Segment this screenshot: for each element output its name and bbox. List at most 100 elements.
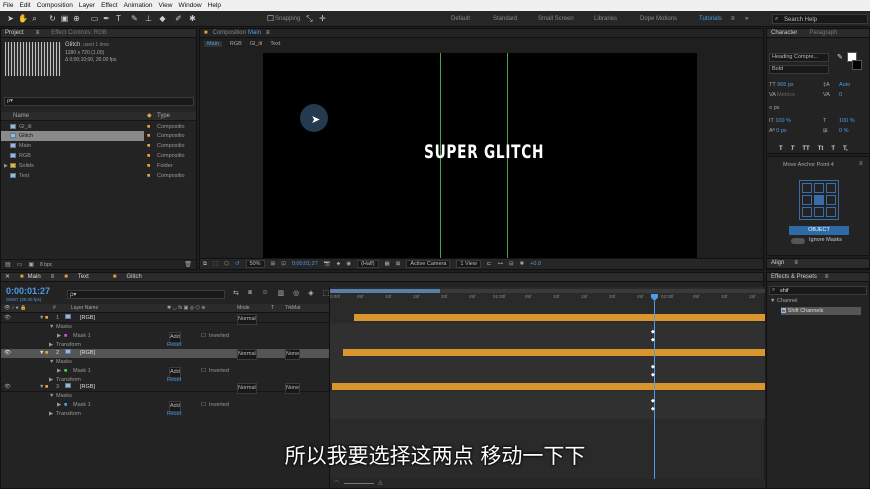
masks-group[interactable]: ▼ Masks [1, 392, 329, 401]
layer-row[interactable]: 👁 ▼ ■ 3 [RGB] Normal None [1, 383, 329, 394]
superscript-button[interactable]: T [831, 146, 835, 152]
col-number[interactable]: # [53, 304, 56, 313]
project-search-input[interactable]: ρ▾ [4, 97, 194, 106]
menu-edit[interactable]: Edit [19, 2, 30, 9]
font-size-value[interactable]: 965 px [777, 82, 794, 88]
headline-text[interactable]: SUPER GLITCH [424, 141, 544, 163]
layer-row[interactable]: 👁 ▼ ■ 1 [RGB] Normal [1, 314, 329, 325]
channel-icon[interactable]: ◉ [346, 261, 351, 267]
transform-group[interactable]: ▶ Transform Reset [1, 410, 329, 419]
puppet-pin-tool-icon[interactable]: ✱ [188, 14, 197, 23]
menu-effect[interactable]: Effect [101, 2, 118, 9]
vertical-scale-value[interactable]: 100 % [775, 118, 791, 124]
camera-select[interactable]: Active Camera [406, 260, 451, 268]
anchor-top[interactable] [814, 183, 824, 193]
bpc-label[interactable]: 8 bpc [40, 262, 52, 268]
comp-viewer[interactable]: ➤ SUPER GLITCH [263, 53, 697, 258]
leading-value[interactable]: Auto [839, 80, 850, 90]
current-time[interactable]: 0;00;01;27 [292, 261, 318, 267]
snap-options-icon[interactable]: ⤡ [305, 14, 314, 23]
anchor-top-right[interactable] [826, 183, 836, 193]
layer-bar[interactable] [332, 383, 765, 390]
interpret-footage-icon[interactable]: ▤ [5, 261, 11, 268]
hand-tool-icon[interactable]: ✋ [18, 14, 28, 23]
project-item[interactable]: Main ■ Compositio [1, 141, 196, 151]
trash-icon[interactable]: 🗑 [184, 261, 192, 268]
brush-tool-icon[interactable]: ✎ [130, 14, 139, 23]
show-snapshot-icon[interactable]: ♣ [337, 261, 341, 267]
workspace-overflow-icon[interactable]: » [745, 16, 748, 22]
view-select[interactable]: 1 View [456, 260, 481, 268]
always-preview-icon[interactable]: ⧉ [203, 261, 207, 268]
col-type[interactable]: Type [157, 113, 170, 119]
menu-file[interactable]: File [3, 2, 13, 9]
anchor-menu-icon[interactable]: ≡ [859, 161, 863, 167]
shy-icon[interactable]: ☺ [261, 289, 268, 297]
workspace-libraries[interactable]: Libraries [594, 16, 617, 22]
rotate-tool-icon[interactable]: ↻ [48, 14, 57, 23]
tracking-value[interactable]: 0 [839, 90, 842, 100]
layer-bar-selected[interactable] [343, 349, 765, 356]
timeline-close-icon[interactable]: ✕ [5, 273, 10, 281]
menu-window[interactable]: Window [179, 2, 202, 9]
motion-blur-icon[interactable]: ◎ [293, 289, 299, 297]
camera-tool-icon[interactable]: ▣ [60, 14, 69, 23]
exposure-value[interactable]: +0.0 [530, 261, 541, 267]
mask-icon[interactable]: ⬚ [213, 261, 218, 267]
anchor-center[interactable] [814, 195, 824, 205]
tab-project[interactable]: Project [5, 29, 24, 37]
effect-item-shift-channels[interactable]: fx Shift Channels [781, 307, 861, 315]
pen-tool-icon[interactable]: ✒ [102, 14, 111, 23]
all-caps-button[interactable]: TT [802, 146, 809, 152]
layer-row-selected[interactable]: 👁 ▼ ■ 2 [RGB] Normal None [1, 349, 329, 360]
eyedropper-icon[interactable]: ✎ [837, 53, 843, 61]
draft-3d-icon[interactable]: ⧈ [248, 289, 252, 297]
reset-exposure-icon[interactable]: ✺ [520, 261, 525, 267]
faux-italic-button[interactable]: T [791, 146, 795, 152]
timeline-tab-main[interactable]: Main [28, 273, 41, 281]
align-menu-icon[interactable]: ≡ [794, 259, 798, 268]
col-trkmat[interactable]: TrkMat [285, 304, 300, 313]
col-layer-name[interactable]: Layer Name [71, 304, 98, 313]
keyframe-icon[interactable]: ◆ [651, 372, 655, 378]
col-mode[interactable]: Mode [237, 304, 250, 313]
timeline-tab-glitch[interactable]: Glitch [126, 273, 141, 281]
font-family-select[interactable]: Heading Compre... [769, 53, 829, 62]
work-area-range[interactable] [330, 289, 440, 293]
masks-group[interactable]: ▼ Masks [1, 358, 329, 367]
anchor-bottom-right[interactable] [826, 207, 836, 217]
project-item[interactable]: ▶ Solids ■ Folder [1, 161, 196, 171]
menu-help[interactable]: Help [208, 2, 221, 9]
crumb-text[interactable]: Text [270, 41, 280, 47]
transparency-grid-icon[interactable]: ▦ [385, 261, 390, 267]
horizontal-scale-value[interactable]: 100 % [839, 116, 855, 126]
workspace-standard[interactable]: Standard [493, 16, 517, 22]
menu-animation[interactable]: Animation [124, 2, 153, 9]
crumb-glitl[interactable]: Gl_itl [250, 41, 263, 47]
tab-effects-presets[interactable]: Effects & Presets [771, 273, 817, 281]
workspace-dope-motions[interactable]: Dope Motions [640, 16, 677, 22]
col-t[interactable]: T [271, 304, 274, 313]
keyframe-icon[interactable]: ◆ [651, 398, 655, 404]
anchor-bottom-left[interactable] [802, 207, 812, 217]
keyframe-icon[interactable]: ◆ [651, 364, 655, 370]
ignore-masks-toggle[interactable] [791, 238, 805, 244]
rectangle-tool-icon[interactable]: ▭ [90, 14, 99, 23]
anchor-top-left[interactable] [802, 183, 812, 193]
mask-row[interactable]: ▶ ■ Mask 1 Add ☐ Inverted [1, 367, 329, 378]
resolution-icon[interactable]: ⊞ [271, 261, 276, 267]
workspace-tutorials[interactable]: Tutorials [699, 16, 722, 22]
quality-select[interactable]: (Half) [357, 260, 379, 268]
font-style-select[interactable]: Bold [769, 65, 829, 74]
search-help-field[interactable]: ⌕ Search Help [772, 14, 868, 24]
tsume-value[interactable]: 0 % [839, 126, 848, 136]
reset-link[interactable]: Reset [167, 410, 181, 419]
flowchart-icon[interactable]: ⊶ [497, 261, 503, 267]
effects-menu-icon[interactable]: ≡ [825, 273, 829, 281]
tab-align[interactable]: Align [771, 259, 784, 268]
zoom-slider[interactable] [344, 483, 374, 484]
zoom-select[interactable]: 50% [245, 260, 265, 268]
anchor-right[interactable] [826, 195, 836, 205]
graph-editor-icon[interactable]: ◈ [308, 289, 313, 297]
layer-bar[interactable] [354, 314, 765, 321]
